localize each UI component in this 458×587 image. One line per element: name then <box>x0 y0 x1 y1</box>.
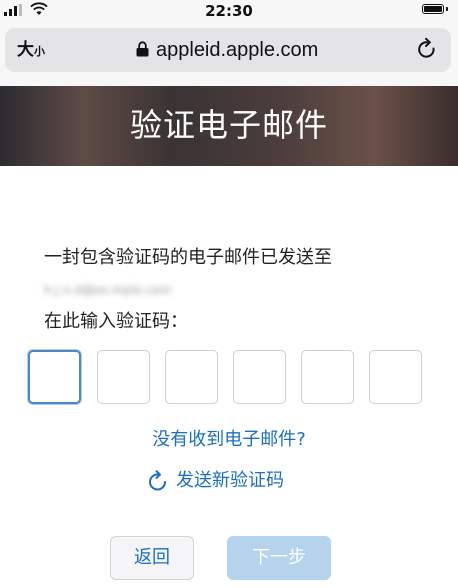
verification-code-input <box>28 350 424 406</box>
url-text: appleid.apple.com <box>156 39 319 61</box>
code-digit-3[interactable] <box>165 350 218 404</box>
battery-icon <box>422 4 444 14</box>
status-bar: 22:30 <box>0 0 458 22</box>
code-digit-2[interactable] <box>97 350 150 404</box>
next-button[interactable]: 下一步 <box>227 536 331 580</box>
back-button[interactable]: 返回 <box>110 536 194 580</box>
code-digit-6[interactable] <box>369 350 422 404</box>
text-size-small-label: 小 <box>34 45 45 58</box>
code-digit-1[interactable] <box>28 350 81 404</box>
code-digit-4[interactable] <box>233 350 286 404</box>
email-sent-message: 一封包含验证码的电子邮件已发送至 <box>44 247 332 268</box>
resend-code-label: 发送新验证码 <box>176 470 284 491</box>
browser-toolbar: 大小 appleid.apple.com <box>0 22 458 86</box>
text-size-button[interactable]: 大小 <box>17 40 45 62</box>
text-size-big-label: 大 <box>17 40 34 60</box>
code-prompt-label: 在此输入验证码： <box>44 311 188 332</box>
address-bar[interactable]: 大小 appleid.apple.com <box>5 28 451 72</box>
page-title: 验证电子邮件 <box>129 106 328 144</box>
reload-icon[interactable] <box>415 37 439 63</box>
clock: 22:30 <box>205 2 253 20</box>
page-header-banner: 验证电子邮件 <box>0 86 458 166</box>
redacted-email-address: h.j.n.d@ex.mple.com <box>44 283 172 297</box>
lock-icon <box>136 41 149 57</box>
battery-tip <box>446 7 448 11</box>
refresh-icon <box>149 470 166 491</box>
code-digit-5[interactable] <box>301 350 354 404</box>
no-email-link[interactable]: 没有收到电子邮件? <box>0 428 458 452</box>
